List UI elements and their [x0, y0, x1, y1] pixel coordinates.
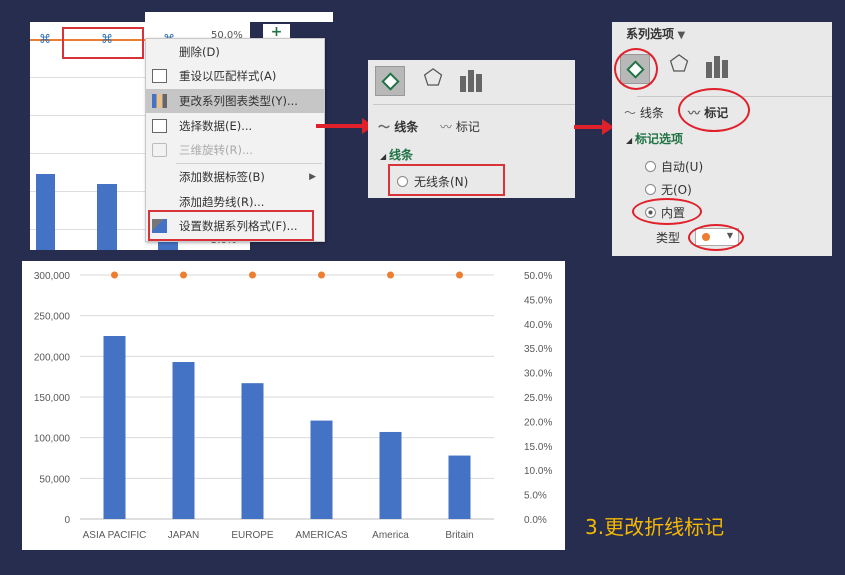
combo-chart: 0 50,000 100,000 150,000 200,000 250,000 300,0…	[22, 261, 565, 550]
bar	[172, 362, 195, 519]
menu-item-delete[interactable]: 删除(D)	[146, 40, 324, 64]
bar	[310, 420, 333, 519]
auto-label: 自动(U)	[661, 160, 704, 174]
y2-tick-label: 15.0%	[524, 442, 552, 453]
marker-point	[318, 271, 325, 279]
marker-point	[249, 271, 256, 279]
bar	[36, 174, 55, 250]
submenu-arrow-icon: ▶	[309, 172, 316, 182]
format-panel-marker: 系列选项 ▼ ⬠ 〜 线条 〰 标记 ◢ 标记选项 自动(U) 无(O) 内置 …	[612, 22, 832, 256]
x-tick-label: Britain	[445, 530, 473, 541]
y2-tick-label: 35.0%	[524, 344, 552, 355]
y-tick-label: 300,000	[34, 271, 71, 282]
y2-tick-label: 30.0%	[524, 369, 552, 380]
marker-point	[180, 271, 187, 279]
context-menu: 删除(D) 重设以匹配样式(A) 更改系列图表类型(Y)... 选择数据(E).…	[145, 38, 325, 242]
x-tick-label: AMERICAS	[295, 530, 348, 541]
highlight-box	[148, 210, 314, 241]
reset-style-icon	[152, 69, 167, 83]
y2-tick-label: 40.0%	[524, 320, 552, 331]
tab-line[interactable]: 〜 线条	[624, 104, 664, 121]
highlight-oval	[614, 48, 658, 90]
x-tick-label: EUROPE	[231, 530, 274, 541]
y-tick-label: 150,000	[34, 393, 71, 404]
arrow-icon	[316, 118, 374, 134]
x-tick-label: America	[372, 530, 409, 541]
menu-item-select-data[interactable]: 选择数据(E)...	[146, 114, 324, 138]
chart-svg: 0 50,000 100,000 150,000 200,000 250,000 300,0…	[34, 271, 553, 541]
series-options-dropdown[interactable]: 系列选项 ▼	[626, 25, 685, 42]
y2-tick-label: 50.0%	[524, 271, 552, 282]
y2-tick-label: 45.0%	[524, 295, 552, 306]
marker-point	[387, 271, 394, 279]
y-tick-label: 250,000	[34, 312, 71, 323]
none-radio[interactable]	[645, 184, 656, 195]
bar	[379, 431, 402, 519]
highlight-oval	[688, 224, 744, 251]
y2-tick-label: 20.0%	[524, 417, 552, 428]
tab-line[interactable]: 〜 线条	[378, 118, 418, 135]
none-label: 无(O)	[661, 183, 692, 197]
select-data-icon	[152, 119, 167, 133]
section-line[interactable]: ◢ 线条	[380, 146, 413, 163]
bar	[103, 336, 126, 519]
highlight-box	[388, 164, 505, 196]
menu-item-reset-style[interactable]: 重设以匹配样式(A)	[146, 64, 324, 88]
y2-tick-label: 25.0%	[524, 393, 552, 404]
effects-tab-icon[interactable]: ⬠	[418, 66, 448, 96]
y2-tick-label: 10.0%	[524, 466, 552, 477]
y2-tick-label: 5.0%	[524, 491, 547, 502]
auto-radio[interactable]	[645, 161, 656, 172]
y-tick-label: 100,000	[34, 434, 71, 445]
format-panel-line: ⬠ 〜 线条 〰 标记 ◢ 线条 无线条(N)	[368, 60, 575, 198]
y-tick-label: 0	[64, 515, 70, 526]
menu-item-add-data-labels[interactable]: 添加数据标签(B) ▶	[146, 165, 324, 189]
x-tick-label: JAPAN	[168, 530, 200, 541]
3d-rotation-icon	[152, 143, 167, 157]
tab-marker[interactable]: 〰 标记	[440, 118, 480, 135]
x-tick-label: ASIA PACIFIC	[83, 530, 147, 541]
chart-elements-plus-button[interactable]: +	[263, 24, 290, 40]
chart-type-icon	[152, 94, 167, 108]
caption: 3.更改折线标记	[585, 515, 725, 539]
selection-handle-icon[interactable]: ⌘	[39, 32, 51, 46]
y2-tick-label: 0.0%	[524, 515, 547, 526]
menu-item-change-chart-type[interactable]: 更改系列图表类型(Y)...	[146, 89, 324, 113]
menu-item-3d-rotation: 三维旋转(R)...	[146, 138, 324, 162]
series-options-tab-icon[interactable]	[704, 52, 734, 82]
y-tick-label: 200,000	[34, 352, 71, 363]
fill-line-tab-icon[interactable]	[375, 66, 405, 96]
bar	[241, 383, 264, 519]
section-marker-options[interactable]: ◢ 标记选项	[626, 130, 683, 147]
series-options-tab-icon[interactable]	[458, 66, 488, 96]
marker-point	[456, 271, 463, 279]
bar	[448, 455, 471, 519]
effects-tab-icon[interactable]: ⬠	[664, 52, 694, 82]
highlight-oval	[678, 88, 750, 132]
highlight-box	[62, 27, 144, 59]
highlight-oval	[632, 198, 702, 225]
marker-point	[111, 271, 118, 279]
bar	[97, 184, 117, 250]
arrow-icon	[574, 119, 614, 135]
excel-formula-strip	[145, 12, 333, 22]
y-tick-label: 50,000	[39, 474, 70, 485]
type-label: 类型	[656, 231, 681, 245]
